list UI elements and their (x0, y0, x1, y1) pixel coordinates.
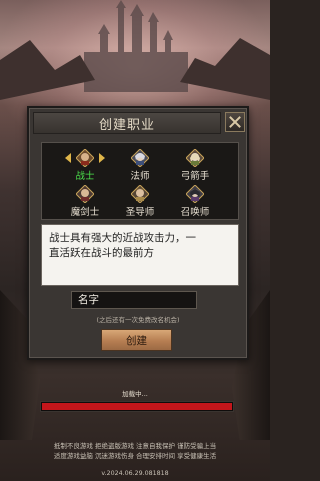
magic-swordsman-portrait-icon (76, 185, 94, 203)
selection-right-arrow-icon (99, 153, 105, 163)
holy-mentor-portrait-icon (131, 185, 149, 203)
loading-text: 加载中... (122, 390, 148, 398)
class-label: 魔剑士 (70, 207, 100, 218)
class-option-magic-swordsman[interactable]: 魔剑士 (63, 183, 107, 218)
description-line: 直活跃在战斗的最前方 (49, 247, 154, 259)
class-label: 弓箭手 (180, 171, 210, 182)
class-label: 法师 (130, 171, 150, 182)
loading-progress-bar (40, 401, 234, 412)
archer-portrait-icon (186, 149, 204, 167)
character-name-input[interactable]: 名字 (71, 291, 197, 309)
class-selection-grid: 战士 法师 弓箭手 魔剑士 圣导师 召唤师 (41, 142, 239, 220)
dialog-title-bar: 创建职业 (33, 112, 221, 134)
rename-note: (之后还有一次免费改名机会) (96, 316, 180, 324)
notice-line: 适度游戏益脑 沉迷游戏伤身 合理安排时间 享受健康生活 (53, 452, 217, 460)
close-x-icon (229, 116, 241, 128)
class-option-mage[interactable]: 法师 (118, 147, 162, 182)
loading-progress-fill (42, 403, 232, 410)
create-class-dialog: 创建职业 战士 法师 弓箭手 魔剑士 圣导师 召唤师 战士具有强大的近战攻击力，… (27, 106, 249, 360)
health-gaming-notice: 抵制不良游戏 拒绝盗版游戏 注意自我保护 谨防受骗上当 适度游戏益脑 沉迷游戏伤… (0, 441, 270, 461)
class-option-archer[interactable]: 弓箭手 (173, 147, 217, 182)
summoner-portrait-icon (186, 185, 204, 203)
dialog-title: 创建职业 (98, 117, 155, 133)
class-label: 圣导师 (125, 207, 155, 218)
selection-left-arrow-icon (65, 153, 71, 163)
class-option-warrior[interactable]: 战士 (63, 147, 107, 182)
class-option-holy-mentor[interactable]: 圣导师 (118, 183, 162, 218)
description-line: 战士具有强大的近战攻击力，一 (49, 232, 196, 244)
close-button[interactable] (225, 112, 245, 132)
notice-line: 抵制不良游戏 拒绝盗版游戏 注意自我保护 谨防受骗上当 (53, 442, 217, 450)
class-option-summoner[interactable]: 召唤师 (173, 183, 217, 218)
create-button[interactable]: 创建 (101, 329, 172, 351)
warrior-portrait-icon (76, 149, 94, 167)
class-description: 战士具有强大的近战攻击力，一 直活跃在战斗的最前方 (41, 224, 239, 286)
class-label: 战士 (75, 171, 95, 182)
version-label: v.2024.06.29.081818 (101, 470, 169, 477)
class-label: 召唤师 (180, 207, 210, 218)
mage-portrait-icon (131, 149, 149, 167)
